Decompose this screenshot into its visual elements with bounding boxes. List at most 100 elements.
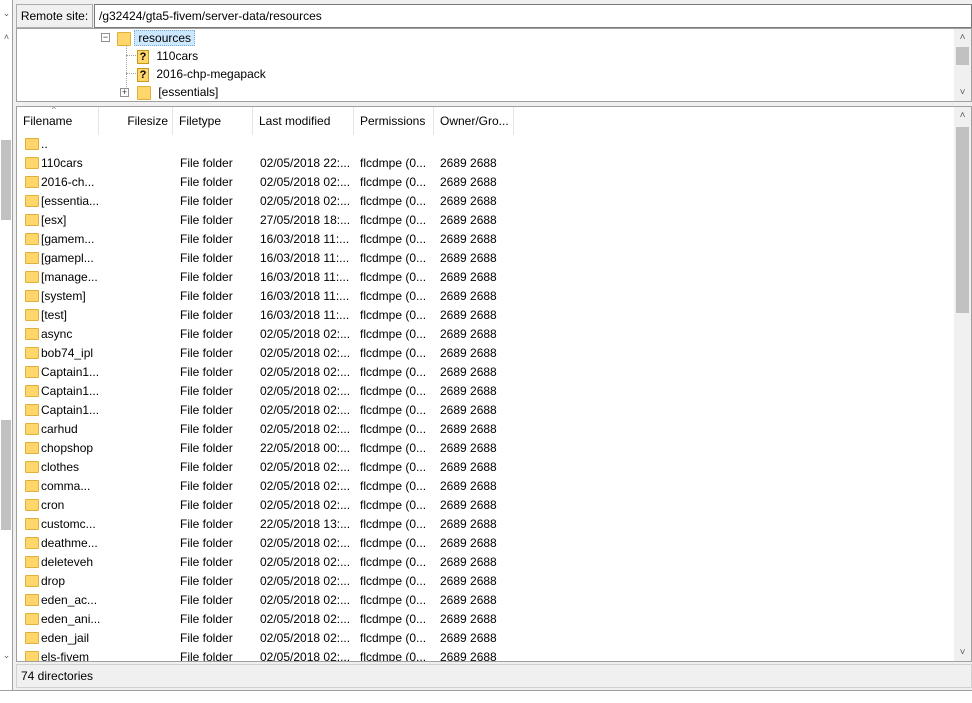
file-row[interactable]: els-fivem File folder 02/05/2018 02:... flc…: [17, 648, 956, 662]
chevron-up-icon[interactable]: ˄: [0, 32, 13, 42]
column-owner-group[interactable]: Owner/Gro...: [434, 107, 514, 135]
tree-item-2016-chp-megapack[interactable]: ? 2016-chp-megapack: [137, 65, 266, 83]
column-filesize[interactable]: Filesize: [99, 107, 173, 135]
filename-cell: async: [41, 327, 73, 341]
folder-icon: [25, 157, 39, 169]
owner-cell: 2689 2688: [440, 156, 497, 170]
scrollbar-thumb[interactable]: [956, 127, 969, 313]
list-scrollbar[interactable]: ˄ ˅: [954, 107, 971, 661]
filetype-cell: File folder: [180, 498, 233, 512]
filetype-cell: File folder: [180, 536, 233, 550]
scroll-down-icon[interactable]: ˅: [954, 84, 971, 101]
filetype-cell: File folder: [180, 650, 233, 662]
chevron-down-icon[interactable]: ⌄: [0, 8, 13, 19]
folder-icon: [25, 328, 39, 340]
filetype-cell: File folder: [180, 574, 233, 588]
file-row[interactable]: deleteveh File folder 02/05/2018 02:... flc…: [17, 553, 956, 572]
file-row[interactable]: [system] File folder 16/03/2018 11:... flcd…: [17, 287, 956, 306]
local-scrollbar-thumb-2[interactable]: [1, 420, 11, 530]
file-row[interactable]: carhud File folder 02/05/2018 02:... flcdmp…: [17, 420, 956, 439]
scroll-down-icon[interactable]: ˅: [954, 644, 971, 661]
file-row[interactable]: deathme... File folder 02/05/2018 02:... fl…: [17, 534, 956, 553]
file-row[interactable]: customc... File folder 22/05/2018 13:... fl…: [17, 515, 956, 534]
owner-cell: 2689 2688: [440, 403, 497, 417]
scroll-up-icon[interactable]: ˄: [954, 107, 971, 124]
unknown-folder-icon: ?: [137, 67, 149, 82]
modified-cell: 02/05/2018 02:...: [260, 346, 351, 360]
permissions-cell: flcdmpe (0...: [360, 213, 427, 227]
remote-path-input[interactable]: /g32424/gta5-fivem/server-data/resources: [94, 4, 972, 28]
filename-cell: clothes: [41, 460, 80, 474]
filename-cell: comma...: [41, 479, 91, 493]
filetype-cell: File folder: [180, 479, 233, 493]
permissions-cell: flcdmpe (0...: [360, 555, 427, 569]
file-row[interactable]: clothes File folder 02/05/2018 02:... flcdm…: [17, 458, 956, 477]
file-row[interactable]: bob74_ipl File folder 02/05/2018 02:... flc…: [17, 344, 956, 363]
owner-cell: 2689 2688: [440, 346, 497, 360]
local-scrollbar-thumb[interactable]: [1, 140, 11, 220]
modified-cell: 02/05/2018 02:...: [260, 327, 351, 341]
collapse-icon[interactable]: −: [101, 33, 110, 42]
file-row[interactable]: Captain1... File folder 02/05/2018 02:... f…: [17, 363, 956, 382]
filename-cell: bob74_ipl: [41, 346, 94, 360]
permissions-cell: flcdmpe (0...: [360, 650, 427, 662]
filename-cell: customc...: [41, 517, 96, 531]
permissions-cell: flcdmpe (0...: [360, 194, 427, 208]
column-filename[interactable]: ^ Filename: [17, 107, 99, 135]
file-row[interactable]: [essentia... File folder 02/05/2018 02:...…: [17, 192, 956, 211]
permissions-cell: flcdmpe (0...: [360, 175, 427, 189]
parent-directory-row[interactable]: ..: [17, 135, 956, 154]
filetype-cell: File folder: [180, 593, 233, 607]
chevron-down-icon[interactable]: ⌄: [0, 650, 13, 661]
owner-cell: 2689 2688: [440, 536, 497, 550]
owner-cell: 2689 2688: [440, 384, 497, 398]
file-row[interactable]: 2016-ch... File folder 02/05/2018 02:... fl…: [17, 173, 956, 192]
file-row[interactable]: eden_ani... File folder 02/05/2018 02:... f…: [17, 610, 956, 629]
file-row[interactable]: [test] File folder 16/03/2018 11:... flcdmp…: [17, 306, 956, 325]
file-row[interactable]: [esx] File folder 27/05/2018 18:... flcdmpe…: [17, 211, 956, 230]
column-last-modified[interactable]: Last modified: [253, 107, 354, 135]
scroll-up-icon[interactable]: ˄: [954, 29, 971, 46]
file-row[interactable]: comma... File folder 02/05/2018 02:... flcd…: [17, 477, 956, 496]
file-row[interactable]: chopshop File folder 22/05/2018 00:... flcd…: [17, 439, 956, 458]
filetype-cell: File folder: [180, 194, 233, 208]
folder-icon: [25, 309, 39, 321]
filename-cell: els-fivem: [41, 650, 90, 662]
file-row[interactable]: eden_jail File folder 02/05/2018 02:... flc…: [17, 629, 956, 648]
scrollbar-thumb[interactable]: [956, 47, 969, 65]
file-row[interactable]: eden_ac... File folder 02/05/2018 02:... fl…: [17, 591, 956, 610]
filetype-cell: File folder: [180, 422, 233, 436]
folder-icon: [25, 651, 39, 661]
expand-icon[interactable]: +: [120, 88, 129, 97]
tree-connector: [126, 43, 127, 93]
remote-directory-tree: − resources ? 110cars ? 2016-chp-megapac…: [16, 28, 972, 102]
column-permissions[interactable]: Permissions: [354, 107, 434, 135]
tree-scrollbar[interactable]: ˄ ˅: [954, 29, 971, 101]
file-row[interactable]: [manage... File folder 16/03/2018 11:... fl…: [17, 268, 956, 287]
remote-site-bar: Remote site: /g32424/gta5-fivem/server-d…: [16, 4, 972, 28]
filename-cell: 2016-ch...: [41, 175, 95, 189]
file-row[interactable]: async File folder 02/05/2018 02:... flcdmpe…: [17, 325, 956, 344]
file-row[interactable]: cron File folder 02/05/2018 02:... flcdmpe …: [17, 496, 956, 515]
file-row[interactable]: Captain1... File folder 02/05/2018 02:... f…: [17, 382, 956, 401]
permissions-cell: flcdmpe (0...: [360, 289, 427, 303]
owner-cell: 2689 2688: [440, 650, 497, 662]
column-filetype[interactable]: Filetype: [173, 107, 253, 135]
folder-icon: [25, 518, 39, 530]
file-row[interactable]: 110cars File folder 02/05/2018 22:... flcdm…: [17, 154, 956, 173]
file-row[interactable]: Captain1... File folder 02/05/2018 02:... f…: [17, 401, 956, 420]
filetype-cell: File folder: [180, 213, 233, 227]
modified-cell: 02/05/2018 02:...: [260, 460, 351, 474]
tree-item-110cars[interactable]: ? 110cars: [137, 47, 198, 65]
tree-item-resources[interactable]: resources: [117, 29, 196, 47]
file-row[interactable]: [gamem... File folder 16/03/2018 11:... flc…: [17, 230, 956, 249]
tree-item-essentials[interactable]: [essentials]: [137, 83, 218, 101]
modified-cell: 27/05/2018 18:...: [260, 213, 351, 227]
folder-icon: [25, 138, 39, 150]
file-row[interactable]: [gamepl... File folder 16/03/2018 11:... fl…: [17, 249, 956, 268]
file-row[interactable]: drop File folder 02/05/2018 02:... flcdmpe …: [17, 572, 956, 591]
modified-cell: 22/05/2018 13:...: [260, 517, 351, 531]
filetype-cell: File folder: [180, 156, 233, 170]
filename-cell: deleteveh: [41, 555, 94, 569]
filename-cell: [test]: [41, 308, 68, 322]
